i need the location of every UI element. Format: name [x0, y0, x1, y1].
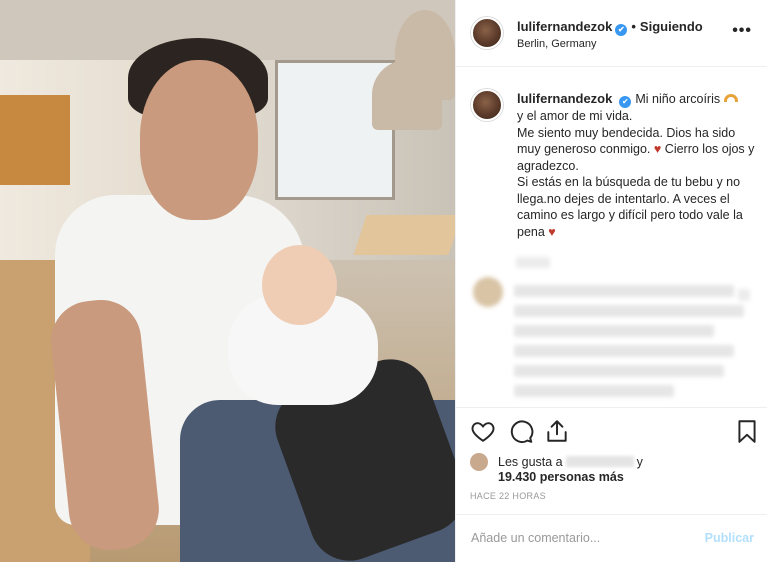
publish-button[interactable]: Publicar — [705, 531, 754, 545]
photo-baby-head — [262, 245, 337, 325]
author-username[interactable]: lulifernandezok — [517, 19, 612, 34]
blurred-comment-username — [516, 257, 550, 268]
comment-icon[interactable] — [508, 418, 534, 444]
comments-area: lulifernandezok ✔ Mi niño arcoíris y el am… — [456, 67, 767, 407]
red-heart-icon: ♥ — [653, 142, 662, 156]
post-sidebar: lulifernandezok ✔ • Siguiendo Berlin, Germa… — [455, 0, 767, 562]
likes-line: Les gusta a y — [498, 455, 643, 469]
post-timestamp[interactable]: HACE 22 HORAS — [470, 491, 546, 501]
blurred-comment-line — [514, 385, 674, 397]
more-icon[interactable]: ••• — [732, 22, 752, 40]
photo-table — [353, 215, 455, 255]
likes-suffix: y — [636, 455, 643, 469]
post-caption: lulifernandezok ✔ Mi niño arcoíris y el am… — [517, 91, 757, 240]
photo-man-head — [140, 60, 258, 220]
likes-summary: Les gusta a y 19.430 personas más — [470, 452, 760, 486]
blurred-comment-like — [738, 289, 750, 301]
blurred-liker-name[interactable] — [565, 456, 634, 467]
blurred-comment-line — [514, 345, 734, 357]
author-avatar[interactable] — [471, 17, 503, 49]
liker-avatar — [470, 453, 488, 471]
verified-icon: ✔ — [619, 96, 632, 108]
author-header-line: lulifernandezok ✔ • Siguiendo — [517, 19, 703, 36]
caption-author-avatar[interactable] — [471, 89, 503, 121]
comment-bar: Añade un comentario... Publicar — [456, 514, 767, 562]
blurred-comment-line — [514, 365, 724, 377]
blurred-comment-line — [514, 285, 734, 297]
share-icon[interactable] — [544, 418, 570, 444]
bookmark-icon[interactable] — [734, 418, 760, 444]
blurred-comment-line — [514, 325, 714, 337]
separator-dot: • — [631, 19, 636, 34]
caption-username[interactable]: lulifernandezok — [517, 91, 612, 106]
red-heart-icon: ♥ — [548, 224, 556, 239]
heart-icon[interactable] — [470, 418, 496, 444]
rainbow-icon — [723, 94, 738, 102]
photo-shelf — [0, 95, 70, 185]
post-header: lulifernandezok ✔ • Siguiendo Berlin, Germa… — [456, 0, 767, 67]
verified-icon: ✔ — [615, 24, 628, 36]
blurred-commenter-avatar — [473, 277, 503, 307]
post-actions — [456, 407, 767, 453]
likes-prefix: Les gusta a — [498, 455, 563, 469]
photo-lamp — [372, 60, 442, 130]
follow-button[interactable]: Siguiendo — [640, 19, 703, 34]
blurred-comment-line — [514, 305, 744, 317]
post-location[interactable]: Berlin, Germany — [517, 38, 596, 50]
caption-line1: Mi niño arcoíris — [635, 92, 721, 106]
post-photo[interactable] — [0, 0, 455, 562]
comment-input[interactable]: Añade un comentario... — [471, 531, 600, 545]
caption-line2: y el amor de mi vida. — [517, 109, 633, 123]
likes-count[interactable]: 19.430 personas más — [498, 470, 624, 484]
